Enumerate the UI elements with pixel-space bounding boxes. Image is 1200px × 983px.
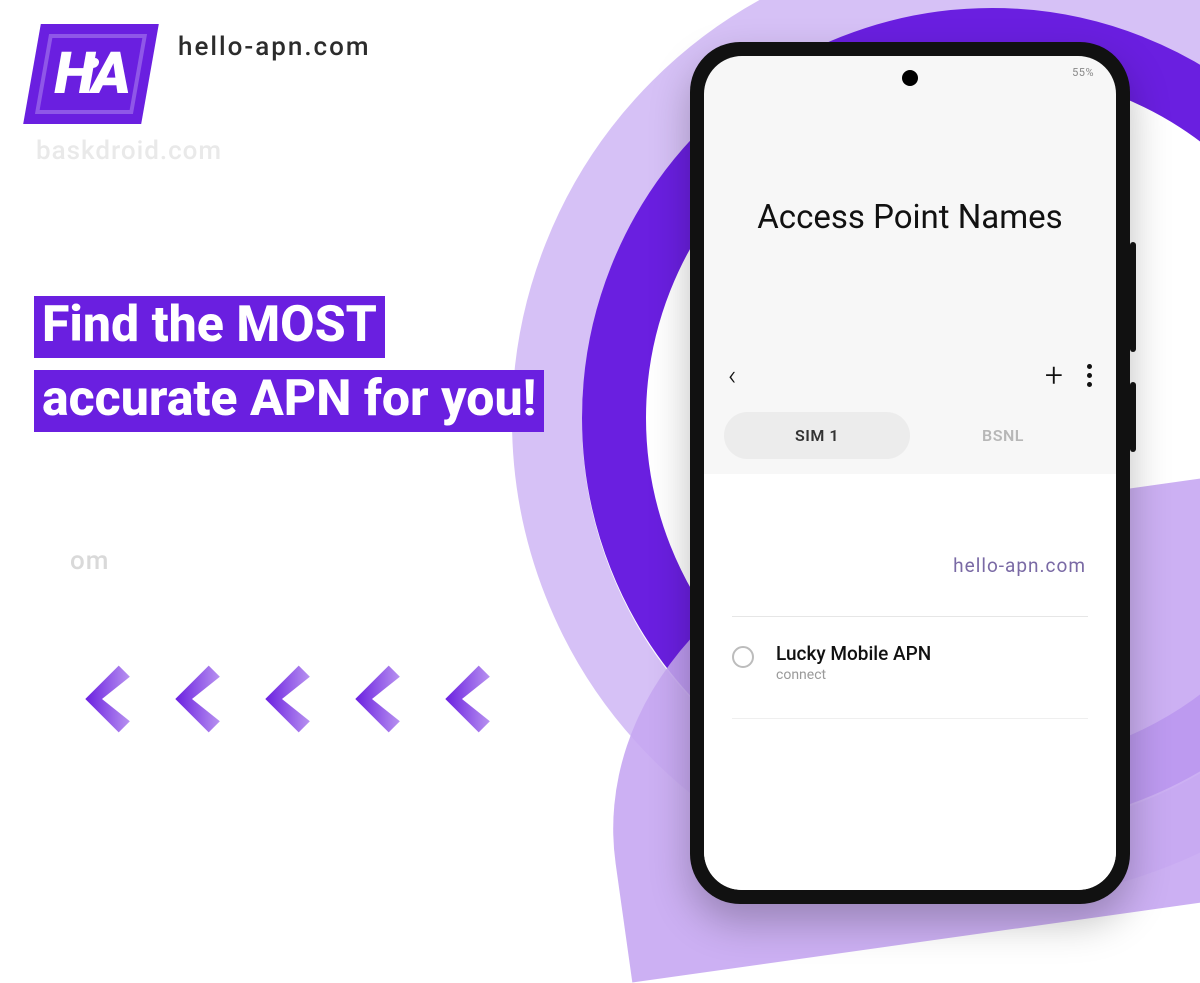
power-button [1130,382,1136,452]
divider [732,616,1088,617]
back-button[interactable]: ‹ [728,359,736,392]
site-url: hello-apn.com [178,32,371,62]
site-logo: HA [23,24,159,124]
phone-mockup: 55% Access Point Names ‹ + SIM 1 BSNL he… [690,42,1130,904]
headline-text: Find the MOST accurate APN for you! [34,296,544,432]
add-apn-button[interactable]: + [1045,356,1063,394]
apn-row[interactable]: Lucky Mobile APN connect [732,642,1088,683]
sim-tabs: SIM 1 BSNL [724,412,1096,459]
logo-text: HA [49,40,134,108]
header: HA hello-apn.com [32,24,371,124]
chevron-row [66,660,498,738]
radio-unchecked-icon[interactable] [732,646,754,668]
watermark-top: baskdroid.com [36,136,222,166]
chevron-left-icon [66,660,138,738]
tab-sim1[interactable]: SIM 1 [724,412,910,459]
apn-text: Lucky Mobile APN connect [776,642,931,683]
phone-screen: 55% Access Point Names ‹ + SIM 1 BSNL he… [704,56,1116,890]
status-right: 55% [1072,66,1094,79]
camera-cutout [902,70,918,86]
chevron-left-icon [336,660,408,738]
volume-button [1130,242,1136,352]
chevron-left-icon [246,660,318,738]
headline: Find the MOST accurate APN for you! [34,288,554,436]
watermark-mid: om [70,546,109,576]
chevron-left-icon [426,660,498,738]
more-options-button[interactable] [1087,364,1092,387]
apn-list: hello-apn.com Lucky Mobile APN connect [704,474,1116,890]
chevron-left-icon [156,660,228,738]
apn-name: Lucky Mobile APN [776,642,931,665]
apn-subtext: connect [776,667,931,683]
toolbar: ‹ + [728,356,1092,394]
tab-sim2[interactable]: BSNL [910,412,1096,459]
watermark-phone: hello-apn.com [953,554,1086,577]
page-title: Access Point Names [704,198,1116,237]
divider [732,718,1088,719]
